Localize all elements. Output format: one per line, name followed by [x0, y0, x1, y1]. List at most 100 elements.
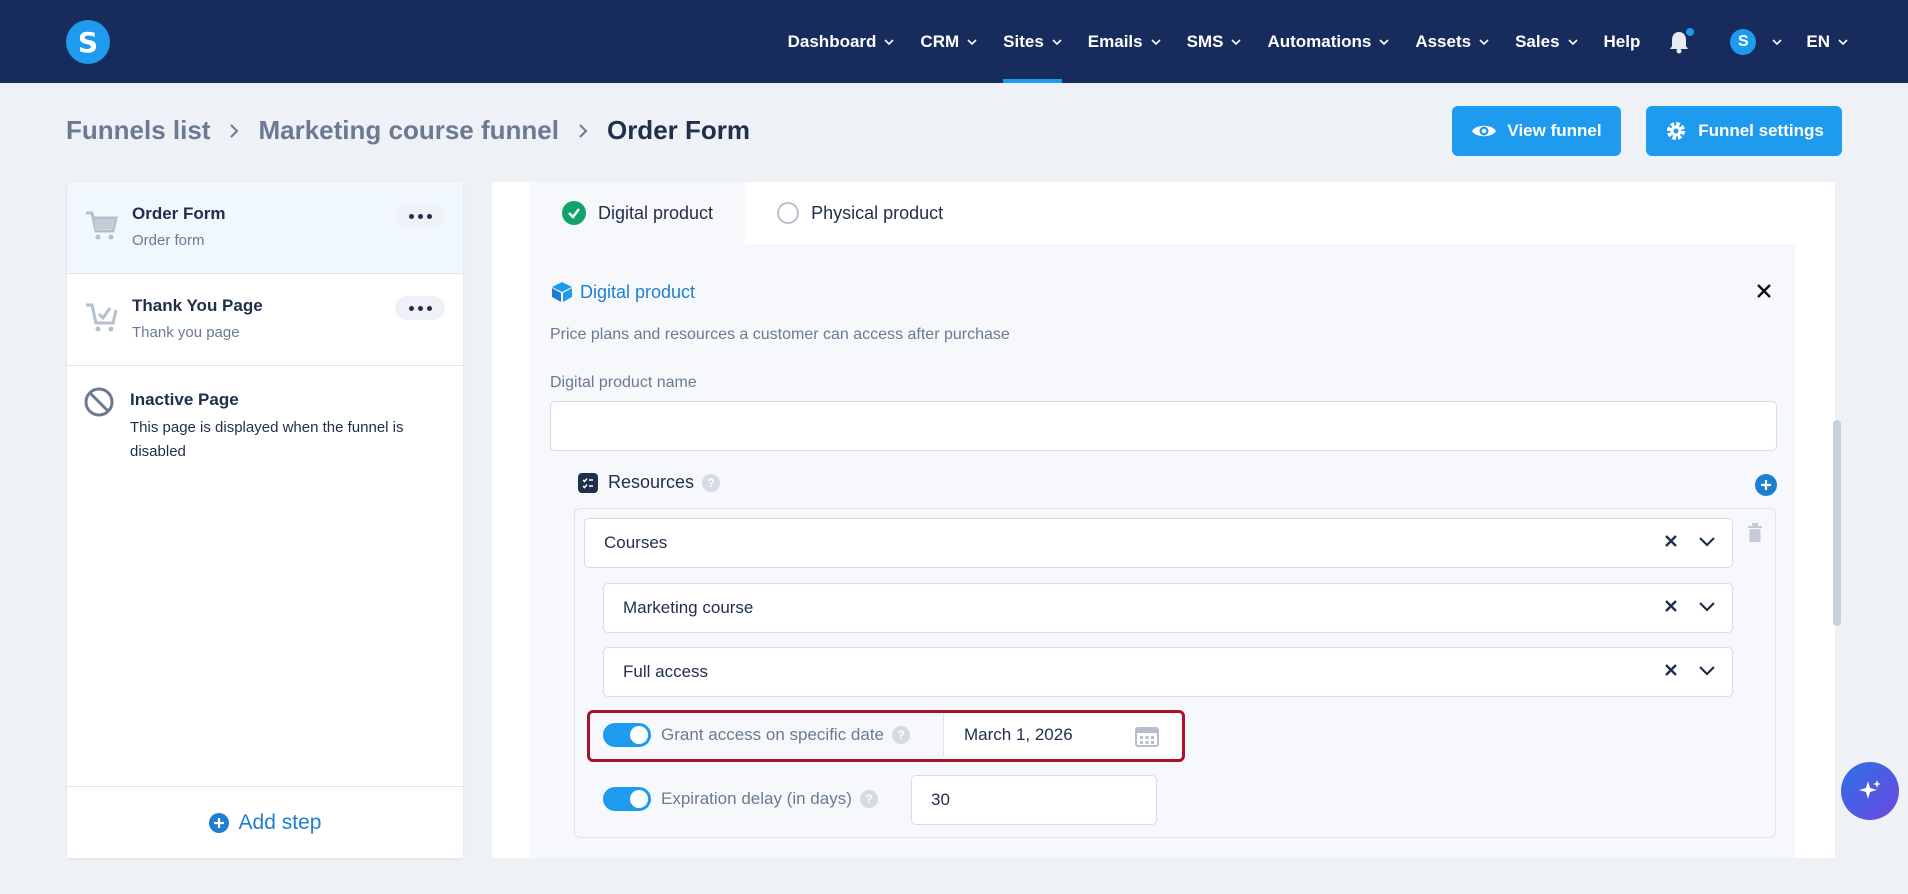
chevron-down-icon [884, 38, 894, 45]
close-icon[interactable] [1755, 282, 1773, 300]
chevron-right-icon [579, 123, 588, 138]
clear-icon[interactable] [1664, 663, 1678, 677]
plus-circle-icon [208, 812, 229, 833]
nav-label: Assets [1415, 31, 1472, 51]
resource-group: Courses Marketing course Full access Gra… [574, 508, 1776, 838]
box-icon [552, 282, 572, 302]
select-value: Marketing course [623, 598, 754, 617]
highlight-box [587, 710, 1185, 762]
chevron-down-icon [1379, 38, 1389, 45]
course-select[interactable]: Marketing course [603, 583, 1733, 633]
logo-letter: S [77, 25, 99, 59]
nav-item-dashboard[interactable]: Dashboard [788, 0, 895, 83]
step-more-button[interactable] [395, 204, 445, 228]
help-icon[interactable]: ? [702, 473, 721, 492]
sparkles-icon [1859, 780, 1881, 799]
clear-icon[interactable] [1664, 534, 1678, 548]
expiration-label: Expiration delay (in days) [661, 789, 852, 808]
check-circle-icon [562, 201, 586, 225]
view-funnel-button[interactable]: View funnel [1452, 106, 1621, 156]
chevron-down-icon[interactable] [1772, 37, 1782, 47]
nav-item-crm[interactable]: CRM [920, 0, 977, 83]
select-value: Full access [623, 662, 709, 681]
tab-label: Digital product [598, 202, 714, 223]
scrollbar-thumb[interactable] [1833, 420, 1841, 626]
notification-dot [1686, 27, 1695, 36]
chevron-down-icon[interactable] [1698, 535, 1716, 547]
nav-label: Sites [1003, 31, 1044, 51]
chevron-down-icon[interactable] [1698, 664, 1716, 676]
chevron-down-icon [1567, 38, 1578, 45]
product-name-label: Digital product name [550, 374, 697, 391]
chevron-down-icon [1151, 38, 1161, 45]
digital-product-card: Digital product Price plans and resource… [530, 244, 1795, 858]
trash-icon[interactable] [1747, 523, 1763, 543]
tab-physical-product[interactable]: Physical product [745, 182, 975, 244]
main-nav: Dashboard CRM Sites Emails SMS Automatio… [762, 0, 1848, 83]
add-step-label: Add step [238, 810, 322, 834]
user-avatar[interactable]: S [1730, 28, 1757, 55]
step-thank-you-page[interactable]: Thank You Page Thank you page [67, 274, 463, 366]
chevron-down-icon [1838, 38, 1848, 45]
nav-item-assets[interactable]: Assets [1415, 0, 1489, 83]
resources-label: Resources [608, 472, 695, 492]
expiration-label-wrap: Expiration delay (in days) ? [661, 789, 878, 809]
step-subtitle: Order form [132, 232, 205, 249]
nav-label: Dashboard [787, 31, 877, 51]
cart-icon [86, 211, 118, 240]
nav-label: Emails [1087, 31, 1143, 51]
language-selector[interactable]: EN [1806, 0, 1848, 83]
app-logo[interactable]: S [66, 20, 110, 64]
breadcrumb-funnels-list[interactable]: Funnels list [66, 115, 210, 146]
chevron-down-icon[interactable] [1698, 600, 1716, 612]
expiration-days-input[interactable]: 30 [911, 775, 1157, 825]
chevron-right-icon [230, 123, 239, 138]
nav-label: Help [1603, 31, 1641, 51]
notifications-bell-icon[interactable] [1668, 27, 1695, 54]
chevron-down-icon [1052, 38, 1062, 45]
nav-item-automations[interactable]: Automations [1267, 0, 1389, 83]
chevron-down-icon [1231, 38, 1242, 45]
top-navbar: S Dashboard CRM Sites Emails SMS Automat… [0, 0, 1908, 83]
nav-label: CRM [920, 31, 960, 51]
page-title: Order Form [606, 115, 750, 145]
product-type-tabs: Digital product Physical product [530, 182, 975, 244]
select-value: Courses [604, 533, 668, 552]
access-level-select[interactable]: Full access [603, 647, 1733, 697]
funnel-settings-button[interactable]: Funnel settings [1646, 106, 1842, 156]
step-title: Thank You Page [132, 296, 263, 315]
disabled-icon [84, 387, 114, 417]
nav-item-sites[interactable]: Sites [1003, 0, 1062, 83]
funnel-settings-label: Funnel settings [1698, 121, 1824, 140]
nav-item-emails[interactable]: Emails [1088, 0, 1161, 83]
nav-item-sales[interactable]: Sales [1515, 0, 1578, 83]
step-inactive-page[interactable]: Inactive Page This page is displayed whe… [67, 366, 463, 466]
language-label: EN [1806, 31, 1830, 51]
add-resource-icon[interactable] [1755, 474, 1777, 496]
step-more-button[interactable] [395, 296, 445, 320]
step-order-form[interactable]: Order Form Order form [67, 182, 463, 274]
clear-icon[interactable] [1664, 599, 1678, 613]
breadcrumb: Funnels list Marketing course funnel Ord… [66, 115, 750, 146]
tab-label: Physical product [811, 202, 944, 223]
product-name-input[interactable] [550, 401, 1777, 451]
step-title: Inactive Page [130, 390, 239, 409]
digital-product-heading: Digital product [550, 280, 695, 304]
nav-item-help[interactable]: Help [1604, 0, 1641, 83]
expiration-delay-toggle[interactable] [603, 787, 651, 811]
cart-check-icon [86, 303, 118, 332]
add-step-button[interactable]: Add step [67, 786, 463, 858]
ai-assistant-button[interactable] [1841, 762, 1899, 820]
nav-item-sms[interactable]: SMS [1187, 0, 1242, 83]
chevron-down-icon [1479, 38, 1489, 45]
step-title: Order Form [132, 204, 226, 223]
resource-type-select[interactable]: Courses [584, 518, 1733, 568]
help-icon[interactable]: ? [859, 790, 878, 808]
eye-icon [1472, 125, 1497, 137]
resources-heading: Resources ? [578, 472, 721, 493]
funnel-steps-panel: Order Form Order form Thank You Page Tha… [67, 182, 463, 858]
breadcrumb-funnel[interactable]: Marketing course funnel [258, 115, 559, 146]
tab-digital-product[interactable]: Digital product [530, 182, 746, 244]
step-subtitle: Thank you page [132, 324, 240, 341]
gear-icon [1667, 122, 1686, 140]
